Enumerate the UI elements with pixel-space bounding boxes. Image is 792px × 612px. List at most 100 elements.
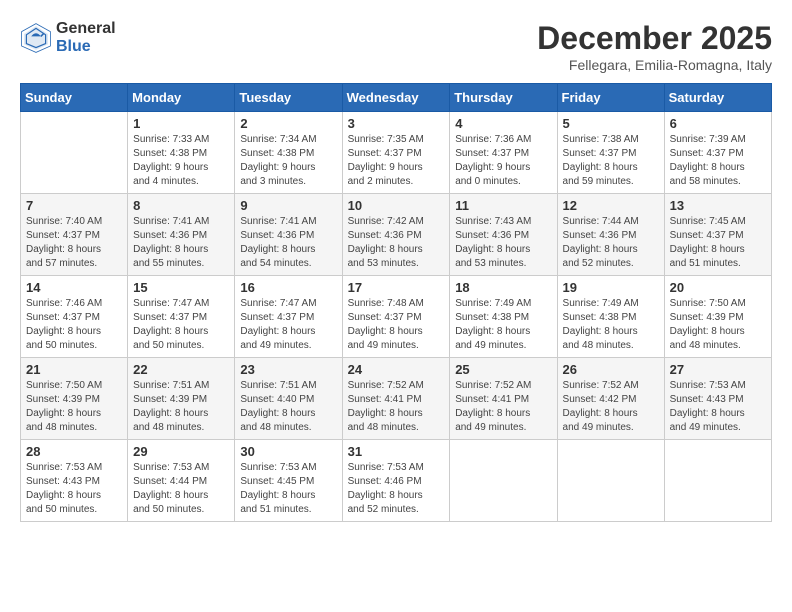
- weekday-header-saturday: Saturday: [664, 84, 771, 112]
- calendar-cell: 27 Sunrise: 7:53 AM Sunset: 4:43 PM Dayli…: [664, 358, 771, 440]
- day-info: Sunrise: 7:52 AM Sunset: 4:41 PM Dayligh…: [348, 379, 445, 435]
- calendar-cell: 30Sunrise: 7:53 AM Sunset: 4:45 PM Dayli…: [235, 440, 342, 522]
- calendar-cell: 31Sunrise: 7:53 AM Sunset: 4:46 PM Dayli…: [342, 440, 450, 522]
- calendar-cell: 1Sunrise: 7:33 AM Sunset: 4:38 PM Daylig…: [128, 112, 235, 194]
- day-info: Sunrise: 7:38 AM Sunset: 4:37 PM Dayligh…: [563, 133, 659, 189]
- day-number: 13: [670, 198, 766, 213]
- day-number: 25: [455, 362, 551, 377]
- day-number: 15: [133, 280, 229, 295]
- calendar-cell: 12Sunrise: 7:44 AM Sunset: 4:36 PM Dayli…: [557, 194, 664, 276]
- calendar-cell: 24Sunrise: 7:52 AM Sunset: 4:41 PM Dayli…: [342, 358, 450, 440]
- calendar-cell: 15 Sunrise: 7:47 AM Sunset: 4:37 PM Dayli…: [128, 276, 235, 358]
- day-number: 12: [563, 198, 659, 213]
- calendar-cell: 10Sunrise: 7:42 AM Sunset: 4:36 PM Dayli…: [342, 194, 450, 276]
- calendar-week-4: 21 Sunrise: 7:50 AM Sunset: 4:39 PM Dayli…: [21, 358, 772, 440]
- day-number: 5: [563, 116, 659, 131]
- location-text: Fellegara, Emilia-Romagna, Italy: [537, 57, 772, 73]
- weekday-header-sunday: Sunday: [21, 84, 128, 112]
- calendar-week-2: 7Sunrise: 7:40 AM Sunset: 4:37 PM Daylig…: [21, 194, 772, 276]
- calendar-cell: 9 Sunrise: 7:41 AM Sunset: 4:36 PM Daylig…: [235, 194, 342, 276]
- calendar-cell: 7Sunrise: 7:40 AM Sunset: 4:37 PM Daylig…: [21, 194, 128, 276]
- calendar-cell: 18 Sunrise: 7:49 AM Sunset: 4:38 PM Dayli…: [450, 276, 557, 358]
- day-info: Sunrise: 7:41 AM Sunset: 4:36 PM Dayligh…: [240, 215, 336, 271]
- calendar-week-3: 14 Sunrise: 7:46 AM Sunset: 4:37 PM Dayli…: [21, 276, 772, 358]
- day-number: 9: [240, 198, 336, 213]
- day-number: 16: [240, 280, 336, 295]
- day-number: 20: [670, 280, 766, 295]
- logo-text: General Blue: [56, 20, 116, 55]
- day-number: 8: [133, 198, 229, 213]
- day-info: Sunrise: 7:51 AM Sunset: 4:39 PM Dayligh…: [133, 379, 229, 435]
- calendar-cell: 19 Sunrise: 7:49 AM Sunset: 4:38 PM Dayli…: [557, 276, 664, 358]
- day-info: Sunrise: 7:52 AM Sunset: 4:41 PM Dayligh…: [455, 379, 551, 435]
- calendar-cell: 13 Sunrise: 7:45 AM Sunset: 4:37 PM Dayli…: [664, 194, 771, 276]
- calendar-cell: 14 Sunrise: 7:46 AM Sunset: 4:37 PM Dayli…: [21, 276, 128, 358]
- weekday-header-friday: Friday: [557, 84, 664, 112]
- day-number: 27: [670, 362, 766, 377]
- day-number: 21: [26, 362, 122, 377]
- day-info: Sunrise: 7:41 AM Sunset: 4:36 PM Dayligh…: [133, 215, 229, 271]
- day-number: 4: [455, 116, 551, 131]
- day-number: 23: [240, 362, 336, 377]
- calendar-week-5: 28 Sunrise: 7:53 AM Sunset: 4:43 PM Dayli…: [21, 440, 772, 522]
- calendar-cell: 3Sunrise: 7:35 AM Sunset: 4:37 PM Daylig…: [342, 112, 450, 194]
- calendar-cell: 21 Sunrise: 7:50 AM Sunset: 4:39 PM Dayli…: [21, 358, 128, 440]
- calendar-cell: [21, 112, 128, 194]
- day-number: 28: [26, 444, 122, 459]
- calendar-cell: 11Sunrise: 7:43 AM Sunset: 4:36 PM Dayli…: [450, 194, 557, 276]
- day-number: 26: [563, 362, 659, 377]
- day-info: Sunrise: 7:49 AM Sunset: 4:38 PM Dayligh…: [563, 297, 659, 353]
- day-info: Sunrise: 7:50 AM Sunset: 4:39 PM Dayligh…: [670, 297, 766, 353]
- day-info: Sunrise: 7:50 AM Sunset: 4:39 PM Dayligh…: [26, 379, 122, 435]
- day-info: Sunrise: 7:35 AM Sunset: 4:37 PM Dayligh…: [348, 133, 445, 189]
- calendar-cell: 17Sunrise: 7:48 AM Sunset: 4:37 PM Dayli…: [342, 276, 450, 358]
- day-info: Sunrise: 7:34 AM Sunset: 4:38 PM Dayligh…: [240, 133, 336, 189]
- weekday-header-thursday: Thursday: [450, 84, 557, 112]
- day-info: Sunrise: 7:47 AM Sunset: 4:37 PM Dayligh…: [133, 297, 229, 353]
- logo: General Blue: [20, 20, 116, 55]
- calendar-cell: [664, 440, 771, 522]
- day-info: Sunrise: 7:45 AM Sunset: 4:37 PM Dayligh…: [670, 215, 766, 271]
- calendar-cell: 4 Sunrise: 7:36 AM Sunset: 4:37 PM Daylig…: [450, 112, 557, 194]
- day-info: Sunrise: 7:42 AM Sunset: 4:36 PM Dayligh…: [348, 215, 445, 271]
- day-info: Sunrise: 7:53 AM Sunset: 4:43 PM Dayligh…: [26, 461, 122, 517]
- calendar-body: 1Sunrise: 7:33 AM Sunset: 4:38 PM Daylig…: [21, 112, 772, 522]
- day-number: 30: [240, 444, 336, 459]
- calendar-cell: 28 Sunrise: 7:53 AM Sunset: 4:43 PM Dayli…: [21, 440, 128, 522]
- day-number: 19: [563, 280, 659, 295]
- logo-icon: [20, 22, 52, 54]
- calendar-table: SundayMondayTuesdayWednesdayThursdayFrid…: [20, 83, 772, 522]
- calendar-header: SundayMondayTuesdayWednesdayThursdayFrid…: [21, 84, 772, 112]
- logo-blue-text: Blue: [56, 38, 116, 56]
- weekday-header-row: SundayMondayTuesdayWednesdayThursdayFrid…: [21, 84, 772, 112]
- page-header: General Blue December 2025 Fellegara, Em…: [20, 20, 772, 73]
- day-number: 1: [133, 116, 229, 131]
- calendar-cell: [557, 440, 664, 522]
- day-info: Sunrise: 7:47 AM Sunset: 4:37 PM Dayligh…: [240, 297, 336, 353]
- calendar-cell: 25 Sunrise: 7:52 AM Sunset: 4:41 PM Dayli…: [450, 358, 557, 440]
- day-number: 29: [133, 444, 229, 459]
- day-info: Sunrise: 7:46 AM Sunset: 4:37 PM Dayligh…: [26, 297, 122, 353]
- day-info: Sunrise: 7:36 AM Sunset: 4:37 PM Dayligh…: [455, 133, 551, 189]
- weekday-header-tuesday: Tuesday: [235, 84, 342, 112]
- calendar-cell: [450, 440, 557, 522]
- calendar-cell: 5 Sunrise: 7:38 AM Sunset: 4:37 PM Daylig…: [557, 112, 664, 194]
- day-number: 2: [240, 116, 336, 131]
- day-number: 18: [455, 280, 551, 295]
- day-number: 7: [26, 198, 122, 213]
- day-info: Sunrise: 7:48 AM Sunset: 4:37 PM Dayligh…: [348, 297, 445, 353]
- day-info: Sunrise: 7:49 AM Sunset: 4:38 PM Dayligh…: [455, 297, 551, 353]
- calendar-cell: 6Sunrise: 7:39 AM Sunset: 4:37 PM Daylig…: [664, 112, 771, 194]
- day-info: Sunrise: 7:53 AM Sunset: 4:46 PM Dayligh…: [348, 461, 445, 517]
- calendar-cell: 20 Sunrise: 7:50 AM Sunset: 4:39 PM Dayli…: [664, 276, 771, 358]
- calendar-cell: 2 Sunrise: 7:34 AM Sunset: 4:38 PM Daylig…: [235, 112, 342, 194]
- day-number: 14: [26, 280, 122, 295]
- day-number: 6: [670, 116, 766, 131]
- calendar-cell: 16 Sunrise: 7:47 AM Sunset: 4:37 PM Dayli…: [235, 276, 342, 358]
- day-info: Sunrise: 7:43 AM Sunset: 4:36 PM Dayligh…: [455, 215, 551, 271]
- day-number: 22: [133, 362, 229, 377]
- calendar-cell: 22 Sunrise: 7:51 AM Sunset: 4:39 PM Dayli…: [128, 358, 235, 440]
- day-info: Sunrise: 7:53 AM Sunset: 4:43 PM Dayligh…: [670, 379, 766, 435]
- calendar-week-1: 1Sunrise: 7:33 AM Sunset: 4:38 PM Daylig…: [21, 112, 772, 194]
- weekday-header-wednesday: Wednesday: [342, 84, 450, 112]
